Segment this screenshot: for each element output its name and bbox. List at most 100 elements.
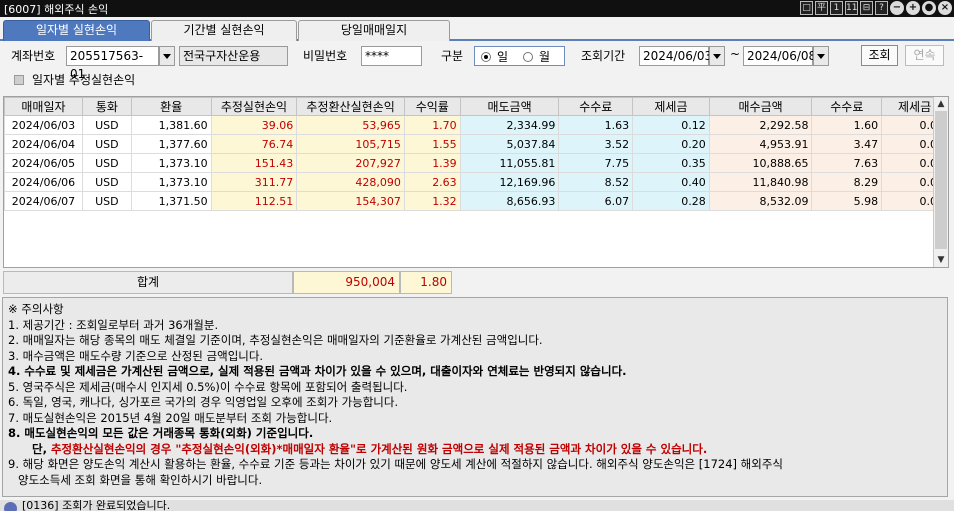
summary-total-pl: 950,004 <box>293 271 400 294</box>
password-field[interactable]: **** <box>361 46 422 66</box>
continue-button[interactable]: 연속 <box>905 45 944 66</box>
scroll-thumb[interactable] <box>935 111 947 249</box>
window-pin-button[interactable]: 平 <box>815 1 828 15</box>
minimize-icon[interactable]: − <box>890 1 904 15</box>
cell-currency: USD <box>81 191 132 211</box>
radio-month[interactable] <box>523 52 533 62</box>
date-to-dropdown-icon[interactable] <box>813 46 829 66</box>
maximize-icon[interactable]: + <box>906 1 920 15</box>
cell-buy-fee: 5.98 <box>811 191 883 211</box>
summary-row: 합계 950,004 1.80 <box>3 271 949 294</box>
cell-buy-amount: 8,532.09 <box>708 191 813 211</box>
query-button[interactable]: 조회 <box>861 45 898 66</box>
table-row[interactable]: 2024/06/04 USD 1,377.60 76.74 105,715 1.… <box>4 134 948 154</box>
tab-period-realized[interactable]: 기간별 실현손익 <box>151 20 297 41</box>
grid-vertical-scrollbar[interactable]: ▲ ▼ <box>933 97 948 267</box>
col-buy-fee[interactable]: 수수료 <box>811 97 883 116</box>
radio-day[interactable] <box>481 52 491 62</box>
tab-daily-journal[interactable]: 당일매매일지 <box>298 20 450 41</box>
notice-item-caveat: 단, 추정환산실현손익의 경우 "추정실현손익(외화)*매매일자 환율"로 가계… <box>8 442 947 458</box>
table-header-row: 매매일자 통화 환율 추정실현손익 추정환산실현손익 수익률 매도금액 수수료 … <box>4 97 948 116</box>
date-from-dropdown-icon[interactable] <box>709 46 725 66</box>
cell-currency: USD <box>81 172 132 192</box>
cell-sell-amount: 12,169.96 <box>459 172 560 192</box>
cell-trade-date: 2024/06/03 <box>4 115 83 135</box>
col-sell-amount[interactable]: 매도금액 <box>459 97 560 116</box>
tab-daily-realized[interactable]: 일자별 실현손익 <box>3 20 150 41</box>
window-screen-button[interactable]: ⊟ <box>860 1 873 15</box>
window-link2-button[interactable]: 11 <box>845 1 858 15</box>
window-title: [6007] 해외주식 손익 <box>4 3 109 16</box>
col-sell-fee[interactable]: 수수료 <box>558 97 634 116</box>
cell-currency: USD <box>81 115 132 135</box>
cell-trade-date: 2024/06/07 <box>4 191 83 211</box>
date-from-field[interactable]: 2024/06/03 <box>639 46 712 66</box>
window-link1-button[interactable]: 1 <box>830 1 843 15</box>
close-icon[interactable]: × <box>938 1 952 15</box>
window-help-button[interactable]: ? <box>875 1 888 15</box>
col-est-pl[interactable]: 추정실현손익 <box>210 97 298 116</box>
cell-sell-fee: 8.52 <box>558 172 634 192</box>
cell-sell-fee: 6.07 <box>558 191 634 211</box>
scroll-down-icon[interactable]: ▼ <box>934 253 948 267</box>
col-return-rate[interactable]: 수익률 <box>403 97 461 116</box>
account-name-field: 전국구자산운용 <box>179 46 288 66</box>
table-row[interactable]: 2024/06/07 USD 1,371.50 112.51 154,307 1… <box>4 191 948 211</box>
type-radio-group: 일 월 <box>474 46 565 66</box>
cell-return-rate: 2.63 <box>403 172 461 192</box>
cell-est-krw-pl: 207,927 <box>296 153 405 173</box>
cell-sell-tax: 0.12 <box>632 115 710 135</box>
realized-pl-grid[interactable]: 매매일자 통화 환율 추정실현손익 추정환산실현손익 수익률 매도금액 수수료 … <box>3 96 949 268</box>
cell-est-pl: 311.77 <box>210 172 298 192</box>
cell-buy-amount: 4,953.91 <box>708 134 813 154</box>
cell-buy-fee: 7.63 <box>811 153 883 173</box>
estimate-checkbox[interactable] <box>14 75 24 85</box>
cell-sell-tax: 0.35 <box>632 153 710 173</box>
table-row[interactable]: 2024/06/03 USD 1,381.60 39.06 53,965 1.7… <box>4 115 948 135</box>
cell-return-rate: 1.70 <box>403 115 461 135</box>
window-layout-button[interactable]: □ <box>800 1 813 15</box>
account-dropdown-icon[interactable] <box>159 46 175 66</box>
main-panel: 계좌번호 205517563-01 전국구자산운용 비밀번호 **** 구분 일… <box>0 41 954 511</box>
status-message: [0136] 조회가 완료되었습니다. <box>22 500 171 511</box>
scroll-up-icon[interactable]: ▲ <box>934 97 948 111</box>
date-to-field[interactable]: 2024/06/08 <box>743 46 816 66</box>
col-buy-amount[interactable]: 매수금액 <box>708 97 813 116</box>
cell-sell-tax: 0.28 <box>632 191 710 211</box>
cell-fx-rate: 1,373.10 <box>130 153 212 173</box>
col-trade-date[interactable]: 매매일자 <box>4 97 83 116</box>
cell-buy-fee: 8.29 <box>811 172 883 192</box>
notice-item: 8. 매도실현손익의 모든 값은 거래종목 통화(외화) 기준입니다. <box>8 426 314 440</box>
notice-item-continued: 양도소득세 조회 화면을 통해 확인하시기 바랍니다. <box>18 472 263 487</box>
col-fx-rate[interactable]: 환율 <box>130 97 212 116</box>
summary-label: 합계 <box>3 271 293 294</box>
account-number-field[interactable]: 205517563-01 <box>66 46 159 81</box>
col-est-krw-pl[interactable]: 추정환산실현손익 <box>296 97 405 116</box>
cell-currency: USD <box>81 134 132 154</box>
cell-est-krw-pl: 53,965 <box>296 115 405 135</box>
cell-est-krw-pl: 154,307 <box>296 191 405 211</box>
cell-return-rate: 1.55 <box>403 134 461 154</box>
notice-panel: ※ 주의사항 1. 제공기간 : 조회일로부터 과거 36개월분. 2. 매매일… <box>2 297 948 497</box>
notice-item: 2. 매매일자는 해당 종목의 매도 체결일 기준이며, 추정실현손익은 매매일… <box>8 333 543 347</box>
cell-sell-amount: 5,037.84 <box>459 134 560 154</box>
account-label: 계좌번호 <box>11 49 56 63</box>
table-row[interactable]: 2024/06/05 USD 1,373.10 151.43 207,927 1… <box>4 153 948 173</box>
cell-sell-amount: 11,055.81 <box>459 153 560 173</box>
cell-sell-tax: 0.20 <box>632 134 710 154</box>
notice-item: 4. 수수료 및 제세금은 가계산된 금액으로, 실제 적용된 금액과 차이가 … <box>8 364 627 378</box>
table-row[interactable]: 2024/06/06 USD 1,373.10 311.77 428,090 2… <box>4 172 948 192</box>
password-label: 비밀번호 <box>303 49 348 63</box>
cell-buy-fee: 1.60 <box>811 115 883 135</box>
period-label: 조회기간 <box>581 49 626 63</box>
radio-month-label: 월 <box>539 50 551 64</box>
col-sell-tax[interactable]: 제세금 <box>632 97 710 116</box>
notice-item: 6. 독일, 영국, 캐나다, 싱가포르 국가의 경우 익영업일 오후에 조회가… <box>8 395 399 409</box>
date-range-tilde: ~ <box>730 47 741 61</box>
cell-trade-date: 2024/06/06 <box>4 172 83 192</box>
notice-caveat-prefix: 단, <box>32 441 47 456</box>
cell-buy-amount: 11,840.98 <box>708 172 813 192</box>
restore-icon[interactable]: ● <box>922 1 936 15</box>
cell-est-pl: 112.51 <box>210 191 298 211</box>
col-currency[interactable]: 통화 <box>81 97 132 116</box>
